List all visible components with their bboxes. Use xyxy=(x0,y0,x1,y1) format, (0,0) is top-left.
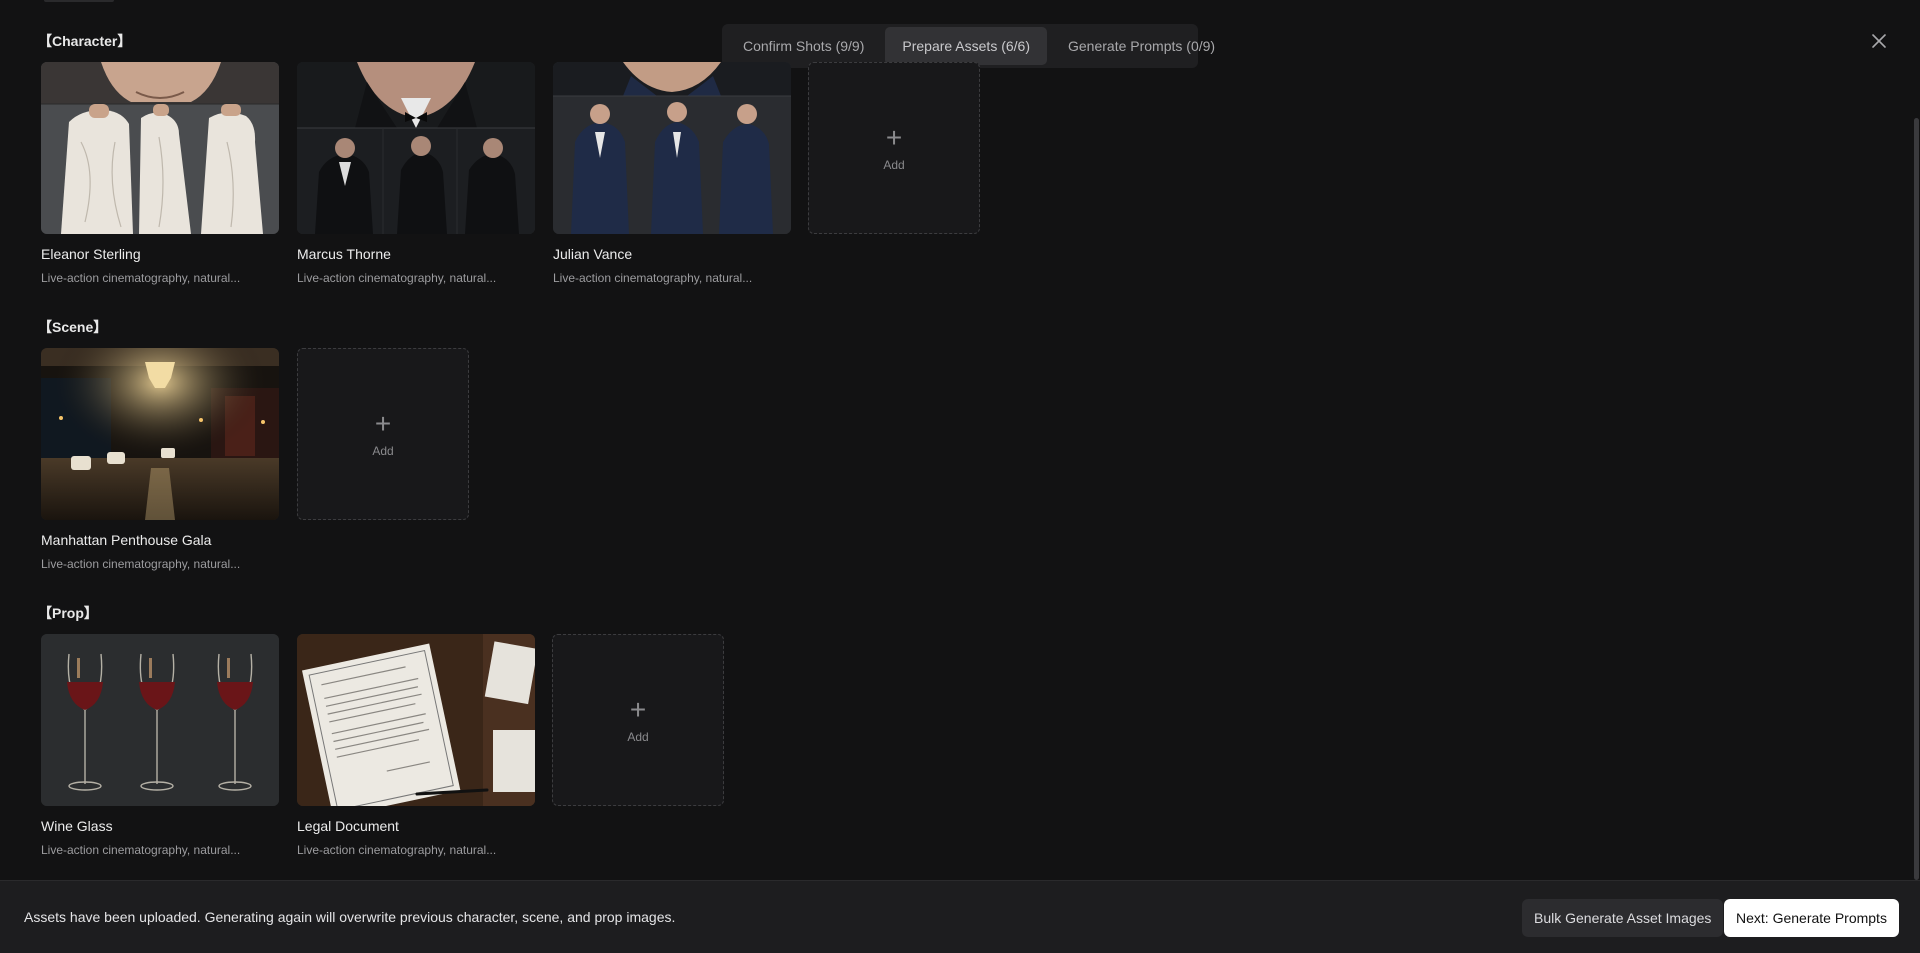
asset-description: Live-action cinematography, natural... xyxy=(297,271,497,285)
add-prop-button[interactable]: + Add xyxy=(552,634,724,806)
asset-card-marcus-thorne[interactable]: Marcus Thorne Live-action cinematography… xyxy=(297,62,535,285)
scrollbar-thumb[interactable] xyxy=(1914,118,1919,880)
plus-icon: + xyxy=(885,122,903,153)
add-character-button[interactable]: + Add xyxy=(808,62,980,234)
asset-name: Wine Glass xyxy=(41,818,113,834)
add-label: Add xyxy=(883,158,905,172)
asset-thumbnail[interactable] xyxy=(41,62,279,234)
step-confirm-shots[interactable]: Confirm Shots (9/9) xyxy=(726,27,881,65)
asset-description: Live-action cinematography, natural... xyxy=(41,843,241,857)
add-label: Add xyxy=(627,730,649,744)
step-generate-prompts[interactable]: Generate Prompts (0/9) xyxy=(1051,27,1232,65)
asset-name: Eleanor Sterling xyxy=(41,246,141,262)
bulk-generate-button[interactable]: Bulk Generate Asset Images xyxy=(1522,899,1724,937)
asset-card-eleanor-sterling[interactable]: Eleanor Sterling Live-action cinematogra… xyxy=(41,62,279,285)
asset-card-julian-vance[interactable]: Julian Vance Live-action cinematography,… xyxy=(553,62,791,285)
section-title-scene: 【Scene】 xyxy=(38,319,108,335)
asset-name: Marcus Thorne xyxy=(297,246,391,262)
section-title-prop: 【Prop】 xyxy=(38,605,98,621)
asset-name: Julian Vance xyxy=(553,246,633,262)
close-icon[interactable] xyxy=(1868,30,1890,52)
top-edge-tab xyxy=(44,0,114,2)
asset-preparation-page: Confirm Shots (9/9) Prepare Assets (6/6)… xyxy=(0,0,1920,953)
footer-message: Assets have been uploaded. Generating ag… xyxy=(24,909,676,925)
asset-description: Live-action cinematography, natural... xyxy=(41,557,241,571)
next-generate-prompts-button[interactable]: Next: Generate Prompts xyxy=(1724,899,1899,937)
add-label: Add xyxy=(372,444,394,458)
asset-thumbnail[interactable] xyxy=(41,634,279,806)
footer-bar: Assets have been uploaded. Generating ag… xyxy=(0,880,1920,953)
step-prepare-assets[interactable]: Prepare Assets (6/6) xyxy=(885,27,1047,65)
asset-description: Live-action cinematography, natural... xyxy=(41,271,241,285)
asset-description: Live-action cinematography, natural... xyxy=(297,843,497,857)
asset-thumbnail[interactable] xyxy=(553,62,791,234)
asset-name: Legal Document xyxy=(297,818,399,834)
asset-thumbnail[interactable] xyxy=(41,348,279,520)
plus-icon: + xyxy=(374,408,392,439)
asset-card-wine-glass[interactable]: Wine Glass Live-action cinematography, n… xyxy=(41,634,279,857)
asset-thumbnail[interactable] xyxy=(297,62,535,234)
asset-name: Manhattan Penthouse Gala xyxy=(41,532,212,548)
section-title-character: 【Character】 xyxy=(38,33,132,49)
asset-thumbnail[interactable] xyxy=(297,634,535,806)
asset-description: Live-action cinematography, natural... xyxy=(553,271,753,285)
add-scene-button[interactable]: + Add xyxy=(297,348,469,520)
asset-card-legal-document[interactable]: Legal Document Live-action cinematograph… xyxy=(297,634,535,857)
plus-icon: + xyxy=(629,694,647,725)
asset-card-manhattan-penthouse-gala[interactable]: Manhattan Penthouse Gala Live-action cin… xyxy=(41,348,279,571)
